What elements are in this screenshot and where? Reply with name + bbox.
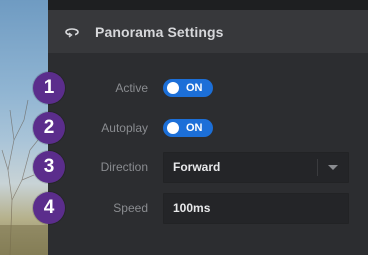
panel-header[interactable]: Panorama Settings xyxy=(48,10,368,53)
active-toggle[interactable]: ON xyxy=(163,79,213,97)
toggle-text: ON xyxy=(186,82,203,94)
direction-value: Forward xyxy=(173,160,221,174)
speed-label: Speed xyxy=(113,201,148,215)
autoplay-label: Autoplay xyxy=(101,121,148,135)
panorama-rotate-icon xyxy=(64,24,80,40)
toggle-knob xyxy=(167,122,179,134)
speed-input[interactable]: 100ms xyxy=(163,193,349,224)
callout-badge-4: 4 xyxy=(33,192,65,224)
direction-label: Direction xyxy=(100,160,148,174)
autoplay-toggle[interactable]: ON xyxy=(163,119,213,137)
select-divider xyxy=(317,159,318,176)
setting-row-direction: Direction Forward xyxy=(48,152,368,183)
chevron-down-icon[interactable] xyxy=(328,165,338,170)
setting-row-speed: Speed 100ms xyxy=(48,193,368,224)
settings-panel: Panorama Settings Active ON Autoplay ON … xyxy=(48,0,368,255)
speed-value: 100ms xyxy=(173,201,211,215)
toggle-knob xyxy=(167,82,179,94)
active-label: Active xyxy=(115,81,148,95)
setting-row-autoplay: Autoplay ON xyxy=(48,113,368,143)
setting-row-active: Active ON xyxy=(48,73,368,103)
toggle-text: ON xyxy=(186,122,203,134)
callout-badge-1: 1 xyxy=(33,72,65,104)
direction-select[interactable]: Forward xyxy=(163,152,349,183)
callout-badge-2: 2 xyxy=(33,112,65,144)
top-bar xyxy=(48,0,368,10)
callout-badge-3: 3 xyxy=(33,151,65,183)
panel-title: Panorama Settings xyxy=(95,23,224,40)
